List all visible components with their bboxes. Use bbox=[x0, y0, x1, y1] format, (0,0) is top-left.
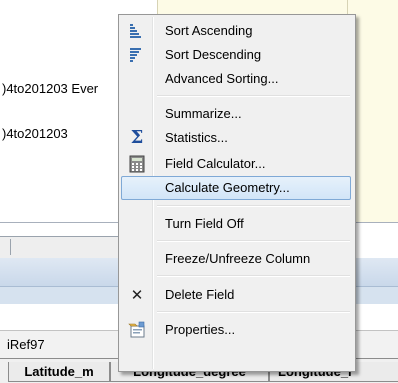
menu-separator bbox=[157, 311, 350, 313]
menu-separator bbox=[157, 205, 350, 207]
layer-name-text-2: )4to201203 bbox=[2, 126, 68, 141]
menu-item-label: Freeze/Unfreeze Column bbox=[165, 251, 311, 266]
menu-item-sort-descending[interactable]: Sort Descending bbox=[121, 43, 351, 67]
calculator-icon bbox=[127, 154, 147, 174]
menu-separator bbox=[157, 275, 350, 277]
menu-item-label: Properties... bbox=[165, 322, 236, 337]
column-header-latitude[interactable]: Latitude_m bbox=[8, 362, 110, 382]
sort-ascending-icon bbox=[127, 21, 147, 41]
menu-item-turn-field-off[interactable]: Turn Field Off bbox=[121, 212, 351, 236]
menu-item-label: Sort Descending bbox=[165, 47, 262, 62]
sort-descending-icon bbox=[127, 45, 147, 65]
menu-item-summarize[interactable]: Summarize... bbox=[121, 102, 351, 126]
layer-name-text: )4to201203 Ever bbox=[2, 81, 99, 96]
field-context-menu: Sort Ascending Sort Descending Advanced … bbox=[118, 14, 356, 372]
delete-x-icon: ✕ bbox=[130, 286, 144, 304]
menu-item-sort-ascending[interactable]: Sort Ascending bbox=[121, 19, 351, 43]
menu-item-label: Summarize... bbox=[165, 106, 242, 121]
menu-item-label: Delete Field bbox=[165, 287, 235, 302]
sigma-icon: Σ bbox=[130, 127, 144, 148]
menu-separator bbox=[157, 240, 350, 242]
menu-item-label: Advanced Sorting... bbox=[165, 71, 279, 86]
properties-icon bbox=[127, 320, 147, 340]
menu-item-label: Field Calculator... bbox=[165, 156, 266, 171]
menu-item-label: Turn Field Off bbox=[165, 216, 244, 231]
menu-item-calculate-geometry[interactable]: Calculate Geometry... bbox=[121, 176, 351, 200]
menu-item-label: Statistics... bbox=[165, 130, 228, 145]
menu-item-advanced-sorting[interactable]: Advanced Sorting... bbox=[121, 67, 351, 91]
table-name-text: iRef97 bbox=[7, 337, 45, 352]
scroll-track[interactable] bbox=[0, 236, 120, 260]
menu-item-label: Calculate Geometry... bbox=[165, 180, 290, 195]
menu-item-delete-field[interactable]: ✕ Delete Field bbox=[121, 283, 351, 307]
menu-item-statistics[interactable]: Σ Statistics... bbox=[121, 126, 351, 150]
menu-separator bbox=[157, 95, 350, 97]
menu-item-properties[interactable]: Properties... bbox=[121, 318, 351, 342]
scroll-thumb[interactable] bbox=[0, 239, 11, 255]
menu-item-label: Sort Ascending bbox=[165, 23, 253, 38]
menu-item-freeze-unfreeze-column[interactable]: Freeze/Unfreeze Column bbox=[121, 247, 351, 271]
menu-item-field-calculator[interactable]: Field Calculator... bbox=[121, 152, 351, 176]
